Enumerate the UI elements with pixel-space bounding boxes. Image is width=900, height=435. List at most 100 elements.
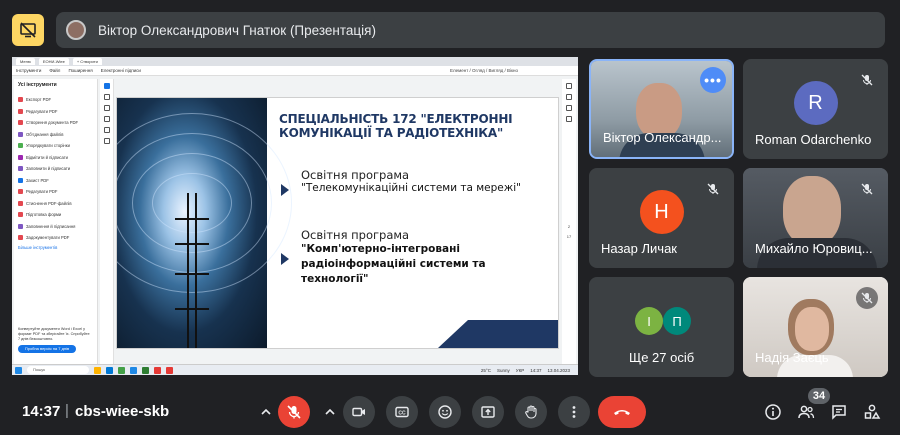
meeting-code: cbs-wiee-skb bbox=[75, 403, 170, 420]
participant-tile[interactable]: Надія Заєць bbox=[743, 277, 888, 377]
tool-item: Заповнити й підписати bbox=[18, 163, 93, 175]
hand-icon bbox=[525, 405, 537, 419]
tool-label: Захист PDF bbox=[26, 177, 49, 183]
video-options-caret[interactable] bbox=[321, 403, 339, 421]
tool-label: Стиснення PDF-файлів bbox=[26, 200, 72, 206]
copy-icon bbox=[566, 83, 572, 89]
tools-list: Експорт PDF Редагувати PDF Створення докум… bbox=[18, 94, 93, 244]
taskbar-search: Пошук bbox=[27, 366, 89, 374]
raise-hand-button[interactable] bbox=[515, 396, 547, 428]
app-toolbar: Інструменти Файл Поширення Електронні пі… bbox=[12, 66, 578, 76]
refresh-icon bbox=[566, 94, 572, 100]
tool-label: Об'єднання файлів bbox=[26, 131, 64, 137]
triangle-bullet-icon bbox=[281, 253, 289, 265]
avatar: П bbox=[663, 307, 691, 335]
powerpoint-icon bbox=[166, 366, 173, 374]
tool-item: Задокументувати PDF bbox=[18, 232, 93, 244]
participant-tile[interactable]: Михайло Юровиц... bbox=[743, 168, 888, 268]
svg-text:CC: CC bbox=[398, 411, 406, 417]
tool-label: Упорядкувати сторінки bbox=[26, 143, 70, 149]
program-name: "Телекомунікаційні системи та мережі" bbox=[301, 182, 521, 194]
tool-icon bbox=[18, 97, 23, 103]
word-icon bbox=[130, 366, 137, 374]
avatar: R bbox=[793, 81, 838, 125]
promo-button: Пробна версія на 7 днів bbox=[18, 345, 76, 353]
tool-strip bbox=[100, 79, 114, 364]
tool-icon bbox=[18, 143, 23, 149]
people-icon[interactable] bbox=[796, 402, 816, 422]
tool-icon bbox=[18, 177, 23, 183]
crop-icon bbox=[103, 127, 110, 133]
tool-item: Об'єднання файлів bbox=[18, 129, 93, 141]
program-label: Освітня програма bbox=[301, 228, 410, 242]
chrome-icon bbox=[118, 366, 125, 374]
emoji-button[interactable] bbox=[429, 396, 461, 428]
info-icon[interactable] bbox=[763, 402, 783, 422]
program-name: "Комп'ютерно-інтегровані радіоінформацій… bbox=[301, 243, 486, 285]
tool-item: Упорядкувати сторінки bbox=[18, 140, 93, 152]
clock: 14:37 bbox=[22, 403, 61, 420]
folder-icon bbox=[94, 366, 101, 374]
participant-tile[interactable]: Н Назар Личак bbox=[589, 168, 734, 268]
tools-more-link: Більше інструментів bbox=[18, 244, 58, 250]
avatar: І bbox=[635, 307, 663, 335]
chat-icon[interactable] bbox=[829, 402, 849, 422]
toolbar-item: Електронні підписи bbox=[100, 68, 141, 73]
presenter-bar: Віктор Олександрович Гнатюк (Презентація… bbox=[12, 12, 885, 48]
tool-icon bbox=[18, 223, 23, 229]
mic-off-icon bbox=[856, 69, 878, 91]
participant-name: Roman Odarchenko bbox=[755, 132, 872, 147]
tool-icon bbox=[18, 189, 23, 195]
leave-call-button[interactable] bbox=[598, 396, 646, 428]
tray-time: 14:37 bbox=[530, 367, 542, 373]
present-button[interactable] bbox=[472, 396, 504, 428]
slide-decoration bbox=[438, 320, 558, 348]
mic-off-icon bbox=[702, 178, 724, 200]
tool-item: Редагувати PDF bbox=[18, 186, 93, 198]
shared-screen: Меню ЕОНИ-Wiee + Створити Інструменти Фа… bbox=[12, 57, 578, 375]
tool-icon bbox=[18, 154, 23, 160]
face bbox=[783, 176, 841, 246]
audio-options-caret[interactable] bbox=[257, 403, 275, 421]
browser-tabs: Меню ЕОНИ-Wiee + Створити bbox=[12, 57, 578, 66]
captions-button[interactable]: CC bbox=[386, 396, 418, 428]
windows-start-icon bbox=[15, 366, 22, 374]
participant-name: Назар Личак bbox=[601, 241, 677, 256]
tool-item: Стиснення PDF-файлів bbox=[18, 198, 93, 210]
participant-name: Надія Заєць bbox=[755, 350, 829, 365]
tool-label: Заповнення й підписання bbox=[26, 223, 76, 229]
tool-label: Створення документа PDF bbox=[26, 120, 79, 126]
tool-item: Редагувати PDF bbox=[18, 106, 93, 118]
videocam-icon bbox=[352, 407, 365, 417]
tool-label: Редагувати PDF bbox=[26, 189, 58, 195]
browser-tab: ЕОНИ-Wiee bbox=[38, 58, 69, 65]
present-to-all-off-icon[interactable] bbox=[12, 14, 44, 46]
more-horiz-icon[interactable]: ••• bbox=[700, 67, 726, 93]
avatar bbox=[66, 20, 86, 40]
participant-group-tile[interactable]: І П Ще 27 осіб bbox=[589, 277, 734, 377]
tool-item: Заповнення й підписання bbox=[18, 221, 93, 233]
camera-button[interactable] bbox=[343, 396, 375, 428]
face bbox=[795, 307, 829, 351]
separator: | bbox=[65, 402, 69, 419]
meet-window: Віктор Олександрович Гнатюк (Презентація… bbox=[0, 0, 900, 435]
edge-icon bbox=[106, 366, 113, 374]
presenter-label[interactable]: Віктор Олександрович Гнатюк (Презентація… bbox=[56, 12, 885, 48]
mic-off-icon bbox=[856, 287, 878, 309]
participant-tile[interactable]: ••• Віктор Олександр... bbox=[589, 59, 734, 159]
bottom-bar: 14:37 | cbs-wiee-skb CC 34 bbox=[0, 388, 900, 435]
mic-off-button[interactable] bbox=[278, 396, 310, 428]
activities-icon[interactable] bbox=[862, 402, 882, 422]
more-options-button[interactable] bbox=[558, 396, 590, 428]
tool-label: Підготовка форми bbox=[26, 212, 62, 218]
program-label: Освітня програма bbox=[301, 168, 410, 182]
stamp-icon bbox=[103, 138, 110, 144]
tool-label: Задокументувати PDF bbox=[26, 235, 70, 241]
page-indicator: 2 17 bbox=[562, 222, 576, 242]
mic-off-icon bbox=[287, 405, 301, 419]
avatar: Н bbox=[639, 190, 684, 234]
tool-item: Захист PDF bbox=[18, 175, 93, 187]
tool-icon bbox=[18, 200, 23, 206]
participant-tile[interactable]: R Roman Odarchenko bbox=[743, 59, 888, 159]
promo-box: Конвертуйте документи Word і Excel у фор… bbox=[18, 327, 90, 353]
